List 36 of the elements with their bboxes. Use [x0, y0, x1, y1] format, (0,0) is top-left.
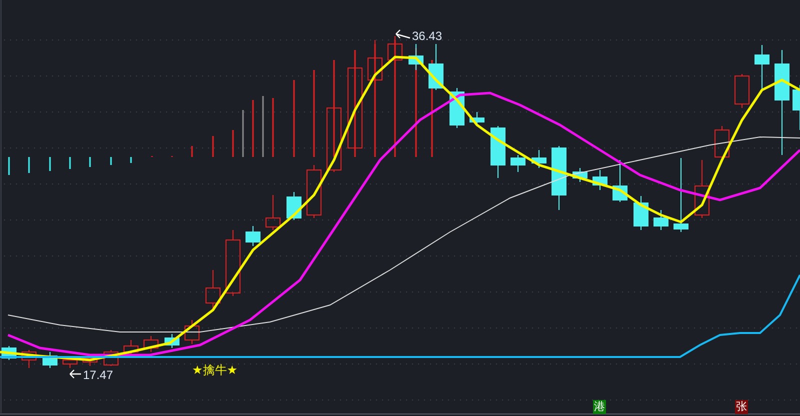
candlestick [184, 320, 200, 344]
market-tag: 张 [735, 400, 748, 414]
candlestick [226, 230, 240, 296]
candlestick [246, 226, 260, 246]
candlestick [428, 44, 444, 90]
arrow-icon [395, 29, 411, 39]
signal-label: ★擒牛★ [192, 363, 238, 377]
candlestick [164, 334, 180, 348]
candlestick [592, 170, 608, 190]
candlestick [714, 126, 730, 160]
candlestick [510, 154, 526, 172]
candlestick [388, 36, 402, 62]
candlestick [144, 336, 158, 352]
price-label: 36.43 [412, 29, 442, 43]
candlestick [368, 40, 382, 86]
candlestick [552, 146, 566, 210]
market-tag: 港 [593, 400, 606, 414]
candlestick [654, 210, 668, 230]
candlestick [266, 194, 280, 230]
price-label: 17.47 [83, 368, 114, 382]
arrow-icon [69, 369, 82, 379]
candlestick [792, 84, 800, 130]
candlestick [634, 196, 648, 230]
candlestick [104, 350, 118, 366]
candlestick [306, 164, 322, 218]
candlestick [22, 350, 36, 368]
candlestick [490, 126, 506, 178]
candlestick [532, 150, 546, 168]
candlestick [408, 44, 424, 70]
candlestick [572, 168, 588, 182]
candlestick [612, 160, 628, 202]
candlestick [734, 74, 750, 108]
candlestick [42, 352, 58, 368]
candlestick [754, 44, 770, 90]
candlestick [206, 270, 220, 310]
candlestick [694, 160, 710, 218]
